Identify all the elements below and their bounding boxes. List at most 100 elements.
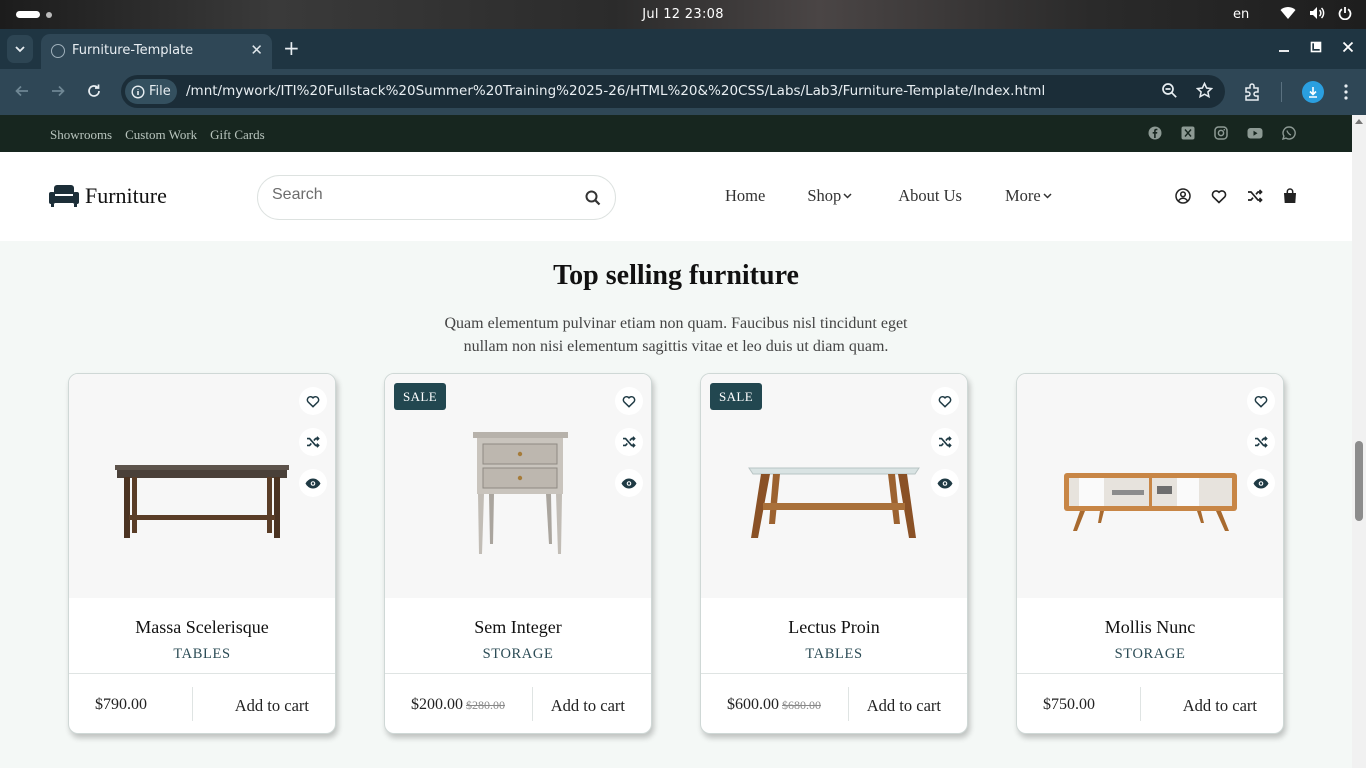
compare-button[interactable] xyxy=(615,428,643,456)
search-input[interactable] xyxy=(272,186,572,204)
product-actions xyxy=(931,387,959,497)
current-price: $200.00 xyxy=(411,696,463,713)
system-tray[interactable] xyxy=(1280,6,1352,20)
tab-title: Furniture-Template xyxy=(72,43,194,58)
reload-icon[interactable] xyxy=(86,83,102,99)
zoom-icon[interactable] xyxy=(1161,82,1178,99)
power-icon xyxy=(1338,7,1352,20)
download-icon xyxy=(1309,87,1317,98)
quick-view-button[interactable] xyxy=(1247,469,1275,497)
os-clock[interactable]: Jul 12 23:08 xyxy=(0,7,1366,22)
wishlist-button[interactable] xyxy=(615,387,643,415)
chevron-down-icon xyxy=(1043,193,1052,199)
heart-icon[interactable] xyxy=(1211,189,1227,204)
chevron-down-icon xyxy=(843,193,852,199)
current-price: $790.00 xyxy=(95,696,147,713)
product-category[interactable]: STORAGE xyxy=(385,646,651,663)
product-card[interactable]: SALE Lectus Proin TABLES $600.00 $680.00 … xyxy=(700,373,968,734)
product-image[interactable] xyxy=(1017,374,1283,598)
compare-button[interactable] xyxy=(931,428,959,456)
extensions-icon[interactable] xyxy=(1243,83,1261,101)
new-tab-button[interactable]: + xyxy=(283,38,300,58)
wifi-icon xyxy=(1280,7,1296,20)
eye-icon xyxy=(621,478,637,488)
old-price: $280.00 xyxy=(466,698,505,712)
site-info-chip[interactable]: File xyxy=(125,79,177,104)
product-card[interactable]: SALE Sem Integer STORAGE $200.00 $280.00 … xyxy=(384,373,652,734)
nav-more-label: More xyxy=(1004,186,1041,205)
x-twitter-icon[interactable] xyxy=(1181,126,1195,140)
search-icon[interactable] xyxy=(585,190,601,206)
web-page: Showrooms Custom Work Gift Cards Furnitu… xyxy=(0,115,1352,768)
nav-more[interactable]: More xyxy=(1005,186,1052,206)
page-scrollbar[interactable] xyxy=(1352,115,1366,768)
current-price: $600.00 xyxy=(727,696,779,713)
add-to-cart-button[interactable]: Add to cart xyxy=(1183,696,1257,716)
volume-icon xyxy=(1310,7,1325,19)
product-actions xyxy=(615,387,643,497)
product-card[interactable]: Massa Scelerisque TABLES $790.00 Add to … xyxy=(68,373,336,734)
site-logo[interactable]: Furniture xyxy=(49,183,167,209)
product-category[interactable]: TABLES xyxy=(701,646,967,663)
url-text[interactable]: /mnt/mywork/ITI%20Fullstack%20Summer%20T… xyxy=(186,83,1045,99)
compare-button[interactable] xyxy=(1247,428,1275,456)
nav-home[interactable]: Home xyxy=(725,186,765,206)
back-arrow-icon[interactable] xyxy=(14,83,30,99)
kebab-menu-icon[interactable] xyxy=(1344,84,1348,100)
product-name[interactable]: Lectus Proin xyxy=(701,617,967,638)
product-category[interactable]: STORAGE xyxy=(1017,646,1283,663)
add-to-cart-button[interactable]: Add to cart xyxy=(551,696,625,716)
wishlist-button[interactable] xyxy=(931,387,959,415)
nav-shop[interactable]: Shop xyxy=(807,186,852,206)
sale-badge: SALE xyxy=(394,383,447,410)
quick-view-button[interactable] xyxy=(615,469,643,497)
add-to-cart-button[interactable]: Add to cart xyxy=(867,696,941,716)
youtube-icon[interactable] xyxy=(1247,126,1263,140)
quick-view-button[interactable] xyxy=(931,469,959,497)
product-card[interactable]: Mollis Nunc STORAGE $750.00 Add to cart xyxy=(1016,373,1284,734)
eye-icon xyxy=(937,478,953,488)
link-gift-cards[interactable]: Gift Cards xyxy=(210,127,265,143)
scrollbar-thumb[interactable] xyxy=(1355,441,1363,521)
minimize-icon[interactable] xyxy=(1278,41,1290,53)
keyboard-language[interactable]: en xyxy=(1233,7,1249,22)
wishlist-button[interactable] xyxy=(1247,387,1275,415)
tv-console-image xyxy=(1064,473,1237,531)
user-icon[interactable] xyxy=(1175,188,1191,204)
toolbar-right xyxy=(1243,81,1348,103)
whatsapp-icon[interactable] xyxy=(1282,126,1296,140)
product-category[interactable]: TABLES xyxy=(69,646,335,663)
link-showrooms[interactable]: Showrooms xyxy=(50,127,112,143)
product-image[interactable] xyxy=(69,374,335,598)
compare-button[interactable] xyxy=(299,428,327,456)
product-name[interactable]: Sem Integer xyxy=(385,617,651,638)
close-window-icon[interactable] xyxy=(1342,41,1354,53)
nav-about-us[interactable]: About Us xyxy=(898,186,962,206)
scroll-up-arrow-icon[interactable] xyxy=(1355,119,1363,124)
product-name[interactable]: Massa Scelerisque xyxy=(69,617,335,638)
chip-label: File xyxy=(149,84,171,99)
add-to-cart-button[interactable]: Add to cart xyxy=(235,696,309,716)
shuffle-icon xyxy=(623,436,636,448)
tab-close-button[interactable]: ✕ xyxy=(250,41,263,59)
quick-view-button[interactable] xyxy=(299,469,327,497)
sofa-icon xyxy=(49,185,79,207)
product-name[interactable]: Mollis Nunc xyxy=(1017,617,1283,638)
shuffle-icon xyxy=(307,436,320,448)
forward-arrow-icon[interactable] xyxy=(50,83,66,99)
maximize-icon[interactable] xyxy=(1310,41,1322,53)
shuffle-icon[interactable] xyxy=(1247,189,1263,203)
tab-furniture-template[interactable]: Furniture-Template ✕ xyxy=(41,34,272,69)
facebook-icon[interactable] xyxy=(1148,126,1162,140)
bookmark-star-icon[interactable] xyxy=(1196,82,1213,99)
tab-search-button[interactable] xyxy=(7,35,33,63)
card-vertical-divider xyxy=(532,687,533,721)
card-divider xyxy=(701,673,967,674)
bag-icon[interactable] xyxy=(1283,188,1297,204)
instagram-icon[interactable] xyxy=(1214,126,1228,140)
address-bar[interactable]: File /mnt/mywork/ITI%20Fullstack%20Summe… xyxy=(121,75,1225,108)
download-button[interactable] xyxy=(1302,81,1324,103)
bench-table-image xyxy=(115,465,289,538)
link-custom-work[interactable]: Custom Work xyxy=(125,127,197,143)
wishlist-button[interactable] xyxy=(299,387,327,415)
